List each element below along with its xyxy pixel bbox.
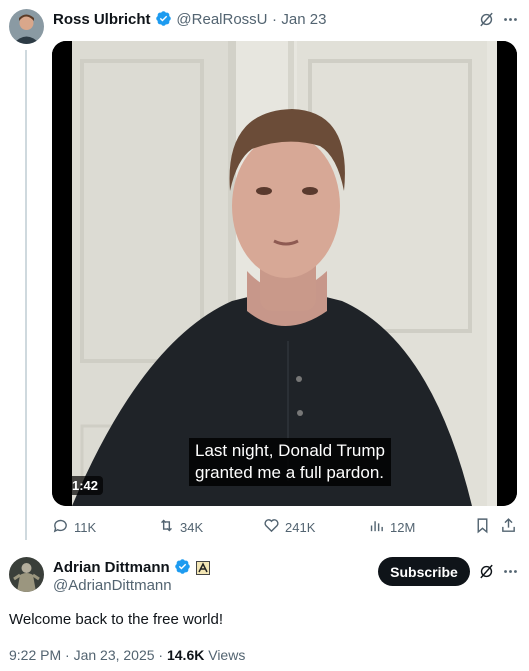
more-icon[interactable] bbox=[502, 11, 519, 33]
like-icon bbox=[263, 517, 280, 537]
reply-count: 11K bbox=[74, 519, 97, 535]
verified-icon bbox=[174, 558, 191, 580]
author-name[interactable]: Ross Ulbricht bbox=[53, 11, 151, 28]
views-count: 12M bbox=[390, 519, 416, 535]
bookmark-icon bbox=[474, 517, 491, 537]
dot-separator: · bbox=[271, 11, 277, 28]
share-button[interactable] bbox=[500, 517, 517, 537]
tweet-header: Ross Ulbricht @RealRossU · Jan 23 bbox=[53, 10, 326, 32]
reply-button[interactable]: 11K bbox=[52, 517, 96, 537]
reply-views-count: 14.6K bbox=[166, 647, 205, 663]
author-handle[interactable]: @RealRossU bbox=[176, 11, 267, 28]
repost-button[interactable]: 34K bbox=[158, 517, 203, 537]
video-frame bbox=[52, 41, 517, 506]
caption-line-1: Last night, Donald Trump bbox=[195, 441, 385, 460]
subscribe-button[interactable]: Subscribe bbox=[378, 557, 470, 586]
reply-text: Welcome back to the free world! bbox=[9, 611, 223, 628]
reply-views-label: Views bbox=[208, 647, 246, 663]
caption-line-2: granted me a full pardon. bbox=[195, 463, 385, 482]
reply-meta: 9:22 PM · Jan 23, 2025 · 14.6K Views bbox=[9, 646, 245, 664]
reply-timestamp[interactable]: 9:22 PM · Jan 23, 2025 · bbox=[9, 647, 163, 663]
reply-icon bbox=[52, 517, 69, 537]
reply-author-handle[interactable]: @AdrianDittmann bbox=[53, 577, 172, 595]
repost-icon bbox=[158, 517, 175, 537]
grok-icon[interactable] bbox=[478, 563, 495, 585]
video-duration: 1:42 bbox=[67, 476, 104, 495]
views-icon bbox=[368, 517, 385, 537]
affiliate-badge-icon[interactable] bbox=[195, 561, 210, 580]
like-count: 241K bbox=[285, 519, 316, 535]
bookmark-button[interactable] bbox=[474, 517, 491, 537]
video-caption: Last night, Donald Trump granted me a fu… bbox=[189, 438, 391, 486]
repost-count: 34K bbox=[180, 519, 204, 535]
more-icon[interactable] bbox=[502, 563, 519, 585]
grok-icon[interactable] bbox=[478, 11, 495, 33]
views-button[interactable]: 12M bbox=[368, 517, 415, 537]
video-player[interactable] bbox=[52, 41, 517, 506]
thread-line bbox=[25, 50, 27, 540]
verified-icon bbox=[155, 10, 172, 32]
share-icon bbox=[500, 517, 517, 537]
tweet-date[interactable]: Jan 23 bbox=[281, 11, 326, 28]
like-button[interactable]: 241K bbox=[263, 517, 315, 537]
author-avatar[interactable] bbox=[9, 9, 44, 44]
reply-avatar[interactable] bbox=[9, 557, 44, 592]
reply-author-name[interactable]: Adrian Dittmann bbox=[53, 559, 170, 576]
